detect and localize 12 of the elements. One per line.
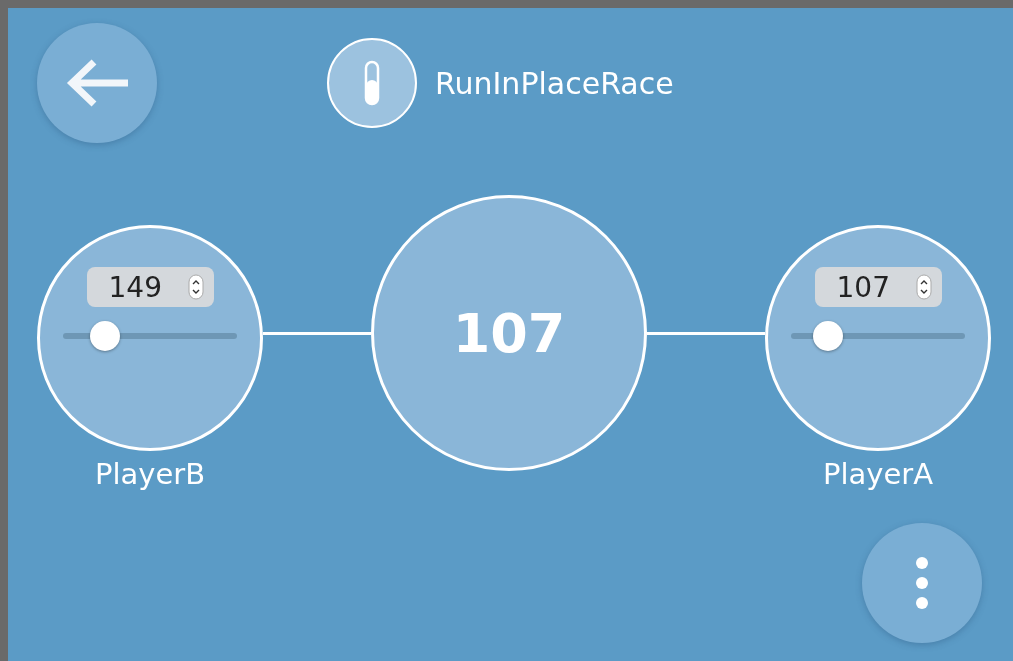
number-field[interactable]: 149: [86, 267, 214, 307]
stepper-icon[interactable]: [915, 274, 932, 300]
stepper-icon[interactable]: [187, 274, 204, 300]
player-name: PlayerB: [94, 457, 206, 491]
result-value: 107: [452, 301, 566, 365]
slider-thumb[interactable]: [812, 321, 843, 351]
player-name: PlayerA: [822, 457, 934, 491]
app-title: RunInPlaceRace: [435, 65, 674, 101]
slider-thumb[interactable]: [89, 321, 120, 351]
back-arrow-icon: [64, 58, 130, 108]
more-icon: [915, 556, 929, 610]
number-field[interactable]: 107: [814, 267, 942, 307]
